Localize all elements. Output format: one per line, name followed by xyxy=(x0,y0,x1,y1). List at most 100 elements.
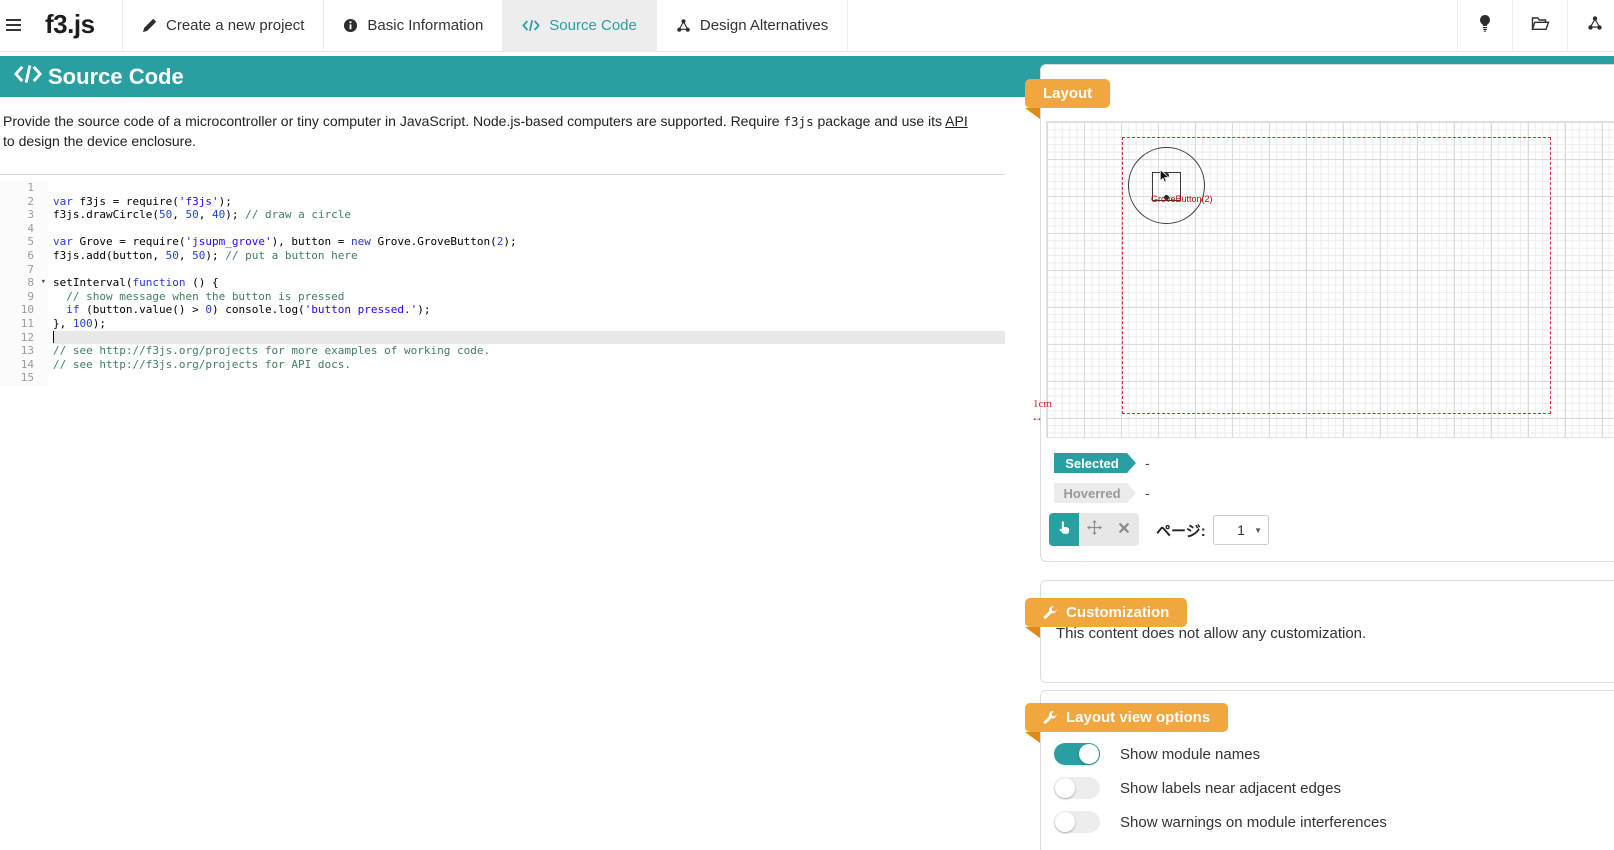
toggle-knob xyxy=(1079,744,1099,764)
tab-label: Design Alternatives xyxy=(700,17,828,34)
line-number: 2 xyxy=(0,195,48,209)
code-line[interactable] xyxy=(53,371,1005,385)
customization-message: This content does not allow any customiz… xyxy=(1056,625,1366,642)
page-select-label: ページ: xyxy=(1156,520,1206,541)
modules-icon xyxy=(1587,15,1603,36)
option-row: Show module names xyxy=(1054,743,1387,765)
code-line[interactable]: f3js.drawCircle(50, 50, 40); // draw a c… xyxy=(53,208,1005,222)
delete-tool-button[interactable] xyxy=(1109,513,1139,546)
line-number: 5 xyxy=(0,235,48,249)
move-icon xyxy=(1087,520,1102,540)
hints-button[interactable] xyxy=(1457,0,1512,51)
toggle-switch[interactable] xyxy=(1054,777,1100,799)
toggle-switch[interactable] xyxy=(1054,811,1100,833)
hovered-badge: Hoverred xyxy=(1054,483,1136,503)
code-line[interactable]: setInterval(function () { xyxy=(53,276,1005,290)
modules-icon xyxy=(676,18,691,33)
toggle-knob xyxy=(1055,812,1075,832)
tab-label: Source Code xyxy=(549,17,637,34)
tab-label: Create a new project xyxy=(166,17,304,34)
mouse-cursor-icon xyxy=(1159,169,1170,189)
wrench-icon xyxy=(1043,606,1057,620)
code-line[interactable]: f3js.add(button, 50, 50); // put a butto… xyxy=(53,249,1005,263)
wrench-icon xyxy=(1043,711,1057,725)
line-number: 13 xyxy=(0,344,48,358)
code-line[interactable]: // see http://f3js.org/projects for API … xyxy=(53,358,1005,372)
pencil-icon xyxy=(142,18,157,33)
design-alternatives-button[interactable] xyxy=(1567,0,1614,51)
toggle-list: Show module names Show labels near adjace… xyxy=(1054,743,1387,845)
code-line[interactable]: if (button.value() > 0) console.log('but… xyxy=(53,303,1005,317)
text-cursor xyxy=(53,331,54,343)
folder-open-icon xyxy=(1531,16,1550,36)
code-icon xyxy=(522,19,540,32)
code-line[interactable] xyxy=(53,222,1005,236)
layout-card: GroveButton(2) 1cm ↔ Selected - Hoverred… xyxy=(1040,64,1614,562)
line-number: 12 xyxy=(0,331,48,345)
layout-tag-label: Layout xyxy=(1043,85,1092,102)
line-number: 3 xyxy=(0,208,48,222)
info-icon xyxy=(343,18,358,33)
code-line[interactable] xyxy=(53,331,1005,345)
open-project-button[interactable] xyxy=(1512,0,1567,51)
description: Provide the source code of a microcontro… xyxy=(3,112,1007,151)
code-line[interactable]: var f3js = require('f3js'); xyxy=(53,195,1005,209)
app-logo[interactable]: f3.js xyxy=(45,9,95,40)
tab-source-code[interactable]: Source Code xyxy=(502,0,656,51)
menu-icon[interactable] xyxy=(6,19,21,32)
line-number: 7 xyxy=(0,263,48,277)
selected-row: Selected - xyxy=(1054,453,1150,473)
customization-card: This content does not allow any customiz… xyxy=(1040,580,1614,683)
selected-value: - xyxy=(1145,455,1150,471)
code-icon xyxy=(13,64,43,89)
canvas-toolbar xyxy=(1049,513,1139,546)
line-number: 14 xyxy=(0,358,48,372)
selected-badge: Selected xyxy=(1054,453,1136,473)
editor-code-area[interactable]: var f3js = require('f3js');f3js.drawCirc… xyxy=(48,181,1005,385)
toggle-label: Show labels near adjacent edges xyxy=(1120,780,1341,797)
scale-arrow-icon: ↔ xyxy=(1031,410,1043,424)
layout-view-options-tag-label: Layout view options xyxy=(1066,709,1210,726)
toggle-knob xyxy=(1055,778,1075,798)
code-line[interactable]: // show message when the button is press… xyxy=(53,290,1005,304)
code-line[interactable]: // see http://f3js.org/projects for more… xyxy=(53,344,1005,358)
line-number: 11 xyxy=(0,317,48,331)
option-row: Show warnings on module interferences xyxy=(1054,811,1387,833)
customization-tag-label: Customization xyxy=(1066,604,1169,621)
nav-right-icons xyxy=(1457,0,1614,51)
tab-create-project[interactable]: Create a new project xyxy=(122,0,323,51)
move-tool-button[interactable] xyxy=(1079,513,1109,546)
module-name-label: GroveButton(2) xyxy=(1151,194,1213,204)
page-select-value: 1 xyxy=(1237,522,1245,538)
design-canvas[interactable]: GroveButton(2) 1cm ↔ xyxy=(1046,121,1614,438)
option-row: Show labels near adjacent edges xyxy=(1054,777,1387,799)
code-line[interactable]: var Grove = require('jsupm_grove'), butt… xyxy=(53,235,1005,249)
hovered-value: - xyxy=(1145,485,1150,501)
fold-marker-icon[interactable]: ▾ xyxy=(41,276,46,290)
line-number: 4 xyxy=(0,222,48,236)
toggle-switch[interactable] xyxy=(1054,743,1100,765)
toggle-label: Show module names xyxy=(1120,746,1260,763)
hovered-row: Hoverred - xyxy=(1054,483,1150,503)
code-line[interactable]: }, 100); xyxy=(53,317,1005,331)
code-line[interactable] xyxy=(53,263,1005,277)
editor-gutter: 12345678▾9101112131415 xyxy=(0,181,48,385)
package-name: f3js xyxy=(784,114,814,129)
line-number: 9 xyxy=(0,290,48,304)
code-line[interactable] xyxy=(53,181,1005,195)
scale-label: 1cm xyxy=(1033,398,1052,410)
line-number: 15 xyxy=(0,371,48,385)
tab-design-alternatives[interactable]: Design Alternatives xyxy=(656,0,848,51)
page-title: Source Code xyxy=(48,64,184,90)
line-number: 8▾ xyxy=(0,276,48,290)
code-editor[interactable]: 12345678▾9101112131415 var f3js = requir… xyxy=(0,174,1005,385)
page-select[interactable]: 1 ▼ xyxy=(1213,515,1269,545)
tab-basic-information[interactable]: Basic Information xyxy=(323,0,502,51)
hand-pointer-icon xyxy=(1057,520,1072,540)
caret-down-icon: ▼ xyxy=(1254,526,1262,535)
api-link[interactable]: API xyxy=(945,113,968,129)
lightbulb-icon xyxy=(1478,15,1492,37)
pointer-tool-button[interactable] xyxy=(1049,513,1079,546)
line-number: 10 xyxy=(0,303,48,317)
top-navbar: f3.js Create a new project Basic Informa… xyxy=(0,0,1614,52)
